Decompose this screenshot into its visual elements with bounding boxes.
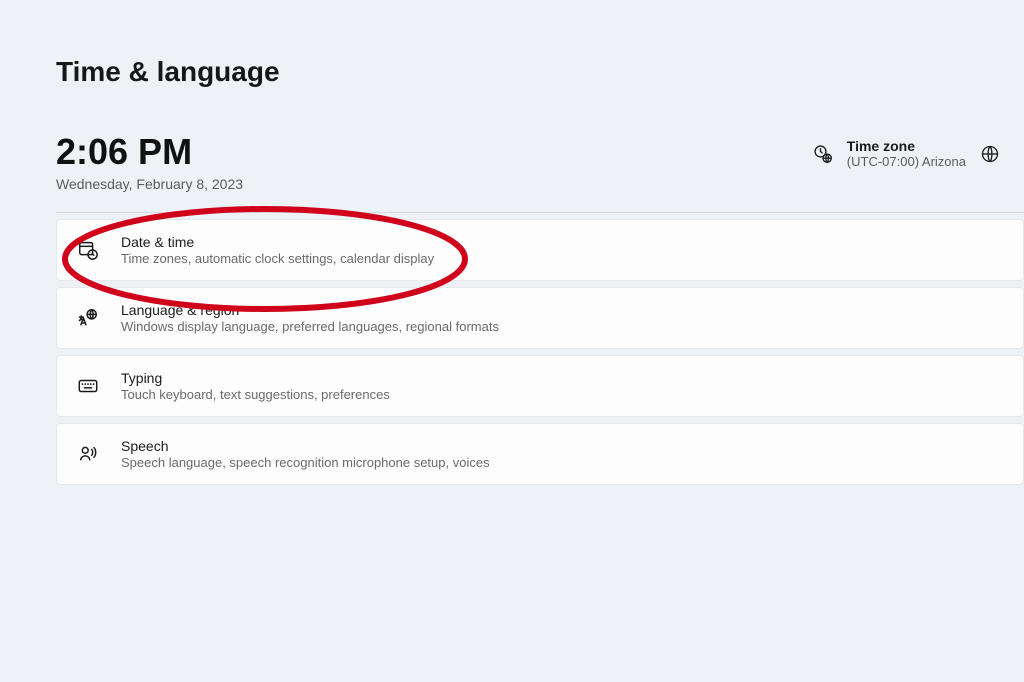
clock-block: 2:06 PM Wednesday, February 8, 2023 [56,132,243,192]
item-subtitle: Time zones, automatic clock settings, ca… [121,251,434,266]
keyboard-icon [77,375,99,397]
calendar-clock-icon [77,239,99,261]
item-subtitle: Touch keyboard, text suggestions, prefer… [121,387,390,402]
current-time: 2:06 PM [56,132,243,172]
clock-globe-icon [813,144,833,164]
item-title: Typing [121,370,390,386]
timezone-label: Time zone [847,138,966,154]
globe-icon [980,144,1000,164]
item-title: Speech [121,438,490,454]
divider [56,212,1024,213]
item-title: Language & region [121,302,499,318]
item-subtitle: Windows display language, preferred lang… [121,319,499,334]
current-date: Wednesday, February 8, 2023 [56,176,243,192]
timezone-value: (UTC-07:00) Arizona [847,154,966,169]
item-language-region[interactable]: Language & region Windows display langua… [56,287,1024,349]
speech-icon [77,443,99,465]
page-title: Time & language [56,56,1024,88]
timezone-block[interactable]: Time zone (UTC-07:00) Arizona [813,132,1012,169]
item-date-time[interactable]: Date & time Time zones, automatic clock … [56,219,1024,281]
item-subtitle: Speech language, speech recognition micr… [121,455,490,470]
item-speech[interactable]: Speech Speech language, speech recogniti… [56,423,1024,485]
language-globe-icon [77,307,99,329]
item-title: Date & time [121,234,434,250]
item-typing[interactable]: Typing Touch keyboard, text suggestions,… [56,355,1024,417]
